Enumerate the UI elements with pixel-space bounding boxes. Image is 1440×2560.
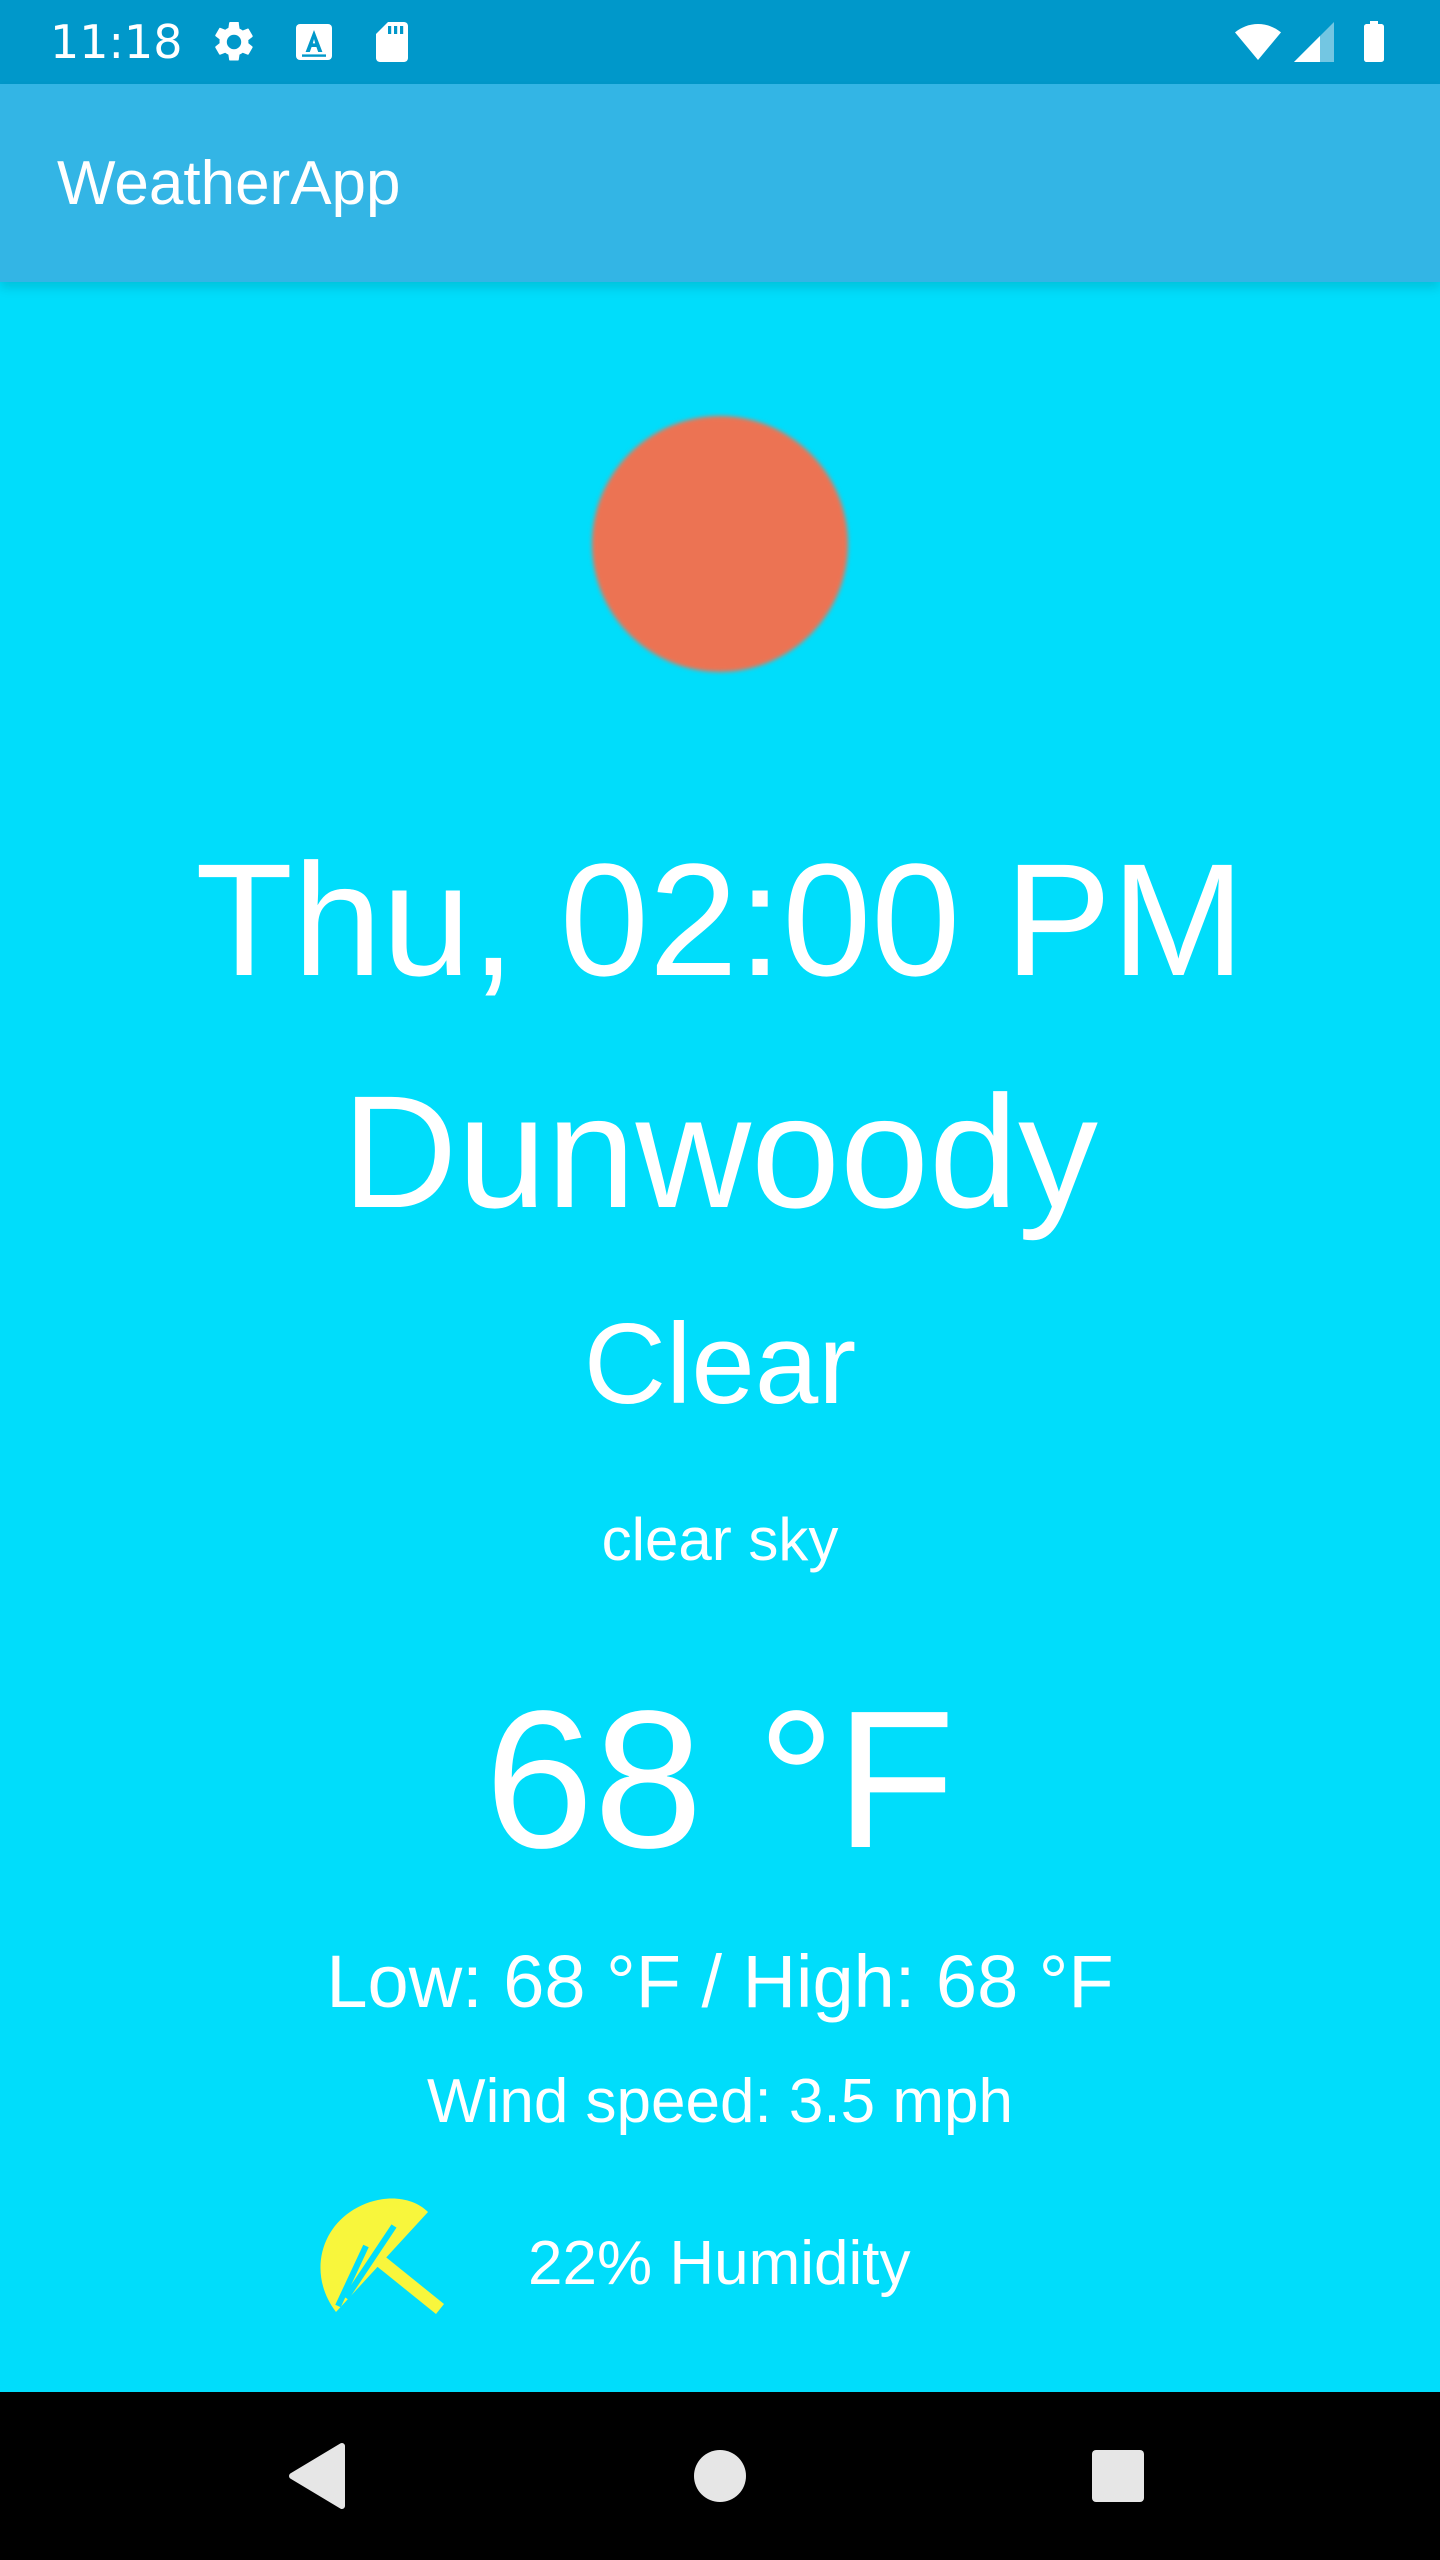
back-icon[interactable] — [278, 2436, 358, 2516]
navigation-bar — [0, 2392, 1440, 2560]
wind-speed: Wind speed: 3.5 mph — [427, 2067, 1013, 2136]
weather-condition: Clear — [583, 1301, 857, 1428]
humidity: 22% Humidity — [528, 2229, 911, 2298]
umbrella-icon — [320, 2198, 444, 2314]
home-icon[interactable] — [680, 2436, 760, 2516]
app-title: WeatherApp — [57, 149, 401, 218]
screen: 11:18 WeatherApp Thu, 02:00 PM Dunwoody … — [0, 0, 1440, 2560]
current-temperature: 68 °F — [484, 1670, 956, 1889]
status-time: 11:18 — [50, 15, 183, 69]
weather-description: clear sky — [601, 1506, 839, 1573]
wifi-icon — [1235, 24, 1281, 60]
app-bar: WeatherApp — [0, 84, 1440, 282]
sd-card-icon — [376, 22, 408, 62]
low-high-temperature: Low: 68 °F / High: 68 °F — [326, 1940, 1114, 2023]
signal-icon — [1294, 22, 1334, 62]
date-time: Thu, 02:00 PM — [195, 830, 1245, 1009]
battery-icon — [1364, 21, 1384, 62]
font-a-icon — [296, 24, 332, 60]
sun-icon — [592, 416, 848, 672]
status-bar: 11:18 — [0, 0, 1440, 84]
gear-icon — [215, 21, 253, 61]
city-name: Dunwoody — [341, 1062, 1098, 1241]
recents-icon[interactable] — [1078, 2436, 1158, 2516]
